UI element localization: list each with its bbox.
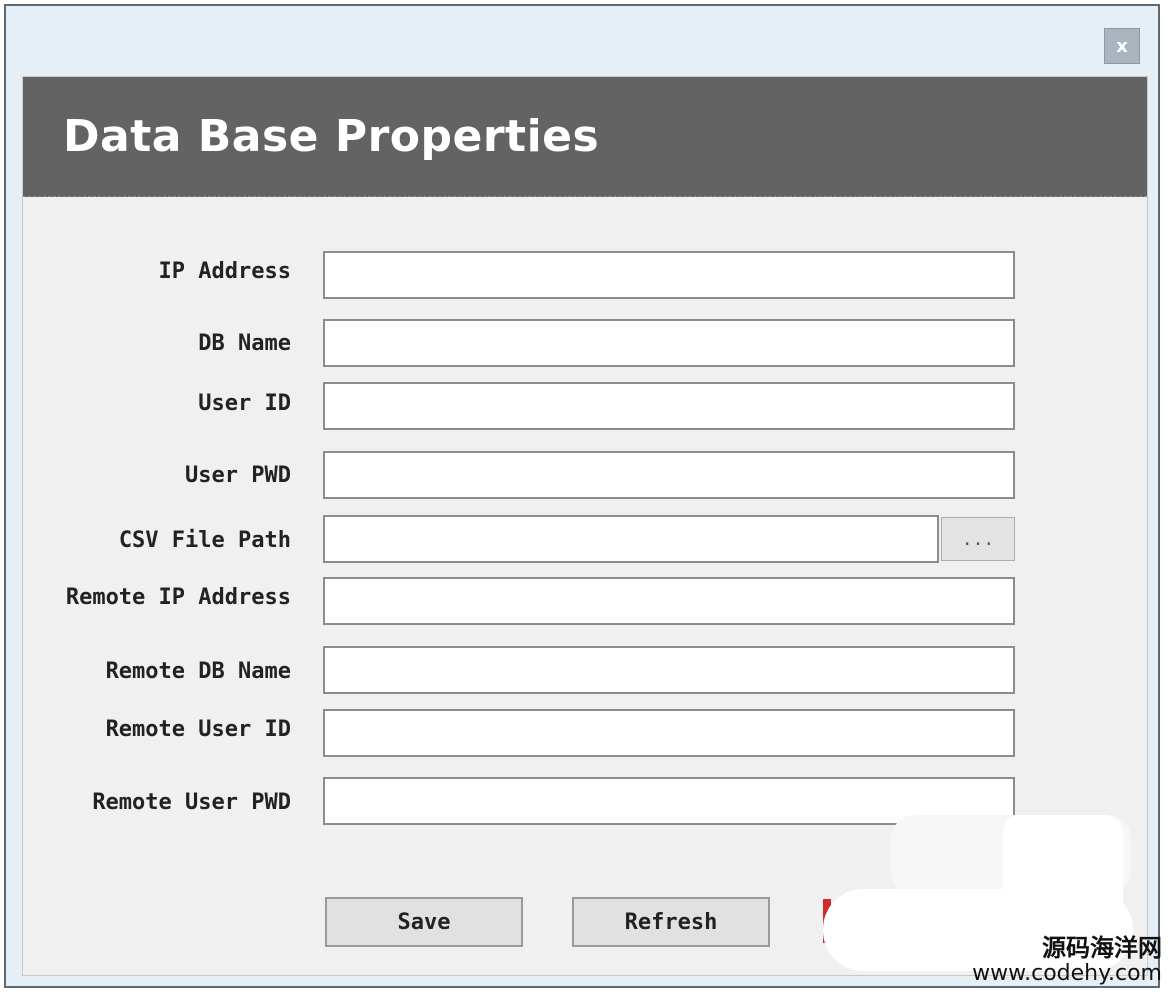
user-id-input[interactable] xyxy=(323,382,1015,430)
db-name-input[interactable] xyxy=(323,319,1015,367)
csv-file-path-input[interactable] xyxy=(323,515,939,563)
user-pwd-label: User PWD xyxy=(185,463,291,488)
remote-ip-address-label: Remote IP Address xyxy=(65,585,291,610)
watermark: 源码海洋网 www.codehy.com xyxy=(972,935,1162,986)
ellipsis-icon: ... xyxy=(961,528,995,550)
dialog-window: x Data Base Properties IP Address DB Nam… xyxy=(4,4,1160,988)
csv-file-path-label: CSV File Path xyxy=(118,528,291,553)
refresh-button[interactable]: Refresh xyxy=(572,897,770,947)
close-button[interactable]: x xyxy=(1104,28,1140,64)
page-title: Data Base Properties xyxy=(63,111,600,162)
remote-user-id-input[interactable] xyxy=(323,709,1015,757)
remote-db-name-input[interactable] xyxy=(323,646,1015,694)
remote-user-pwd-label: Remote User PWD xyxy=(92,790,291,815)
watermark-url: www.codehy.com xyxy=(972,960,1162,986)
close-icon: x xyxy=(1116,35,1128,57)
dialog-content: Data Base Properties IP Address DB Name … xyxy=(22,76,1148,976)
save-button[interactable]: Save xyxy=(325,897,523,947)
browse-button[interactable]: ... xyxy=(941,517,1015,561)
db-name-label: DB Name xyxy=(198,331,291,356)
user-id-label: User ID xyxy=(198,391,291,416)
remote-ip-address-input[interactable] xyxy=(323,577,1015,625)
watermark-site-name: 源码海洋网 xyxy=(1042,934,1162,963)
remote-db-name-label: Remote DB Name xyxy=(105,659,291,684)
ip-address-label: IP Address xyxy=(158,259,291,284)
ip-address-input[interactable] xyxy=(323,251,1015,299)
remote-user-id-label: Remote User ID xyxy=(105,717,291,742)
dialog-header: Data Base Properties xyxy=(23,77,1147,197)
user-pwd-input[interactable] xyxy=(323,451,1015,499)
